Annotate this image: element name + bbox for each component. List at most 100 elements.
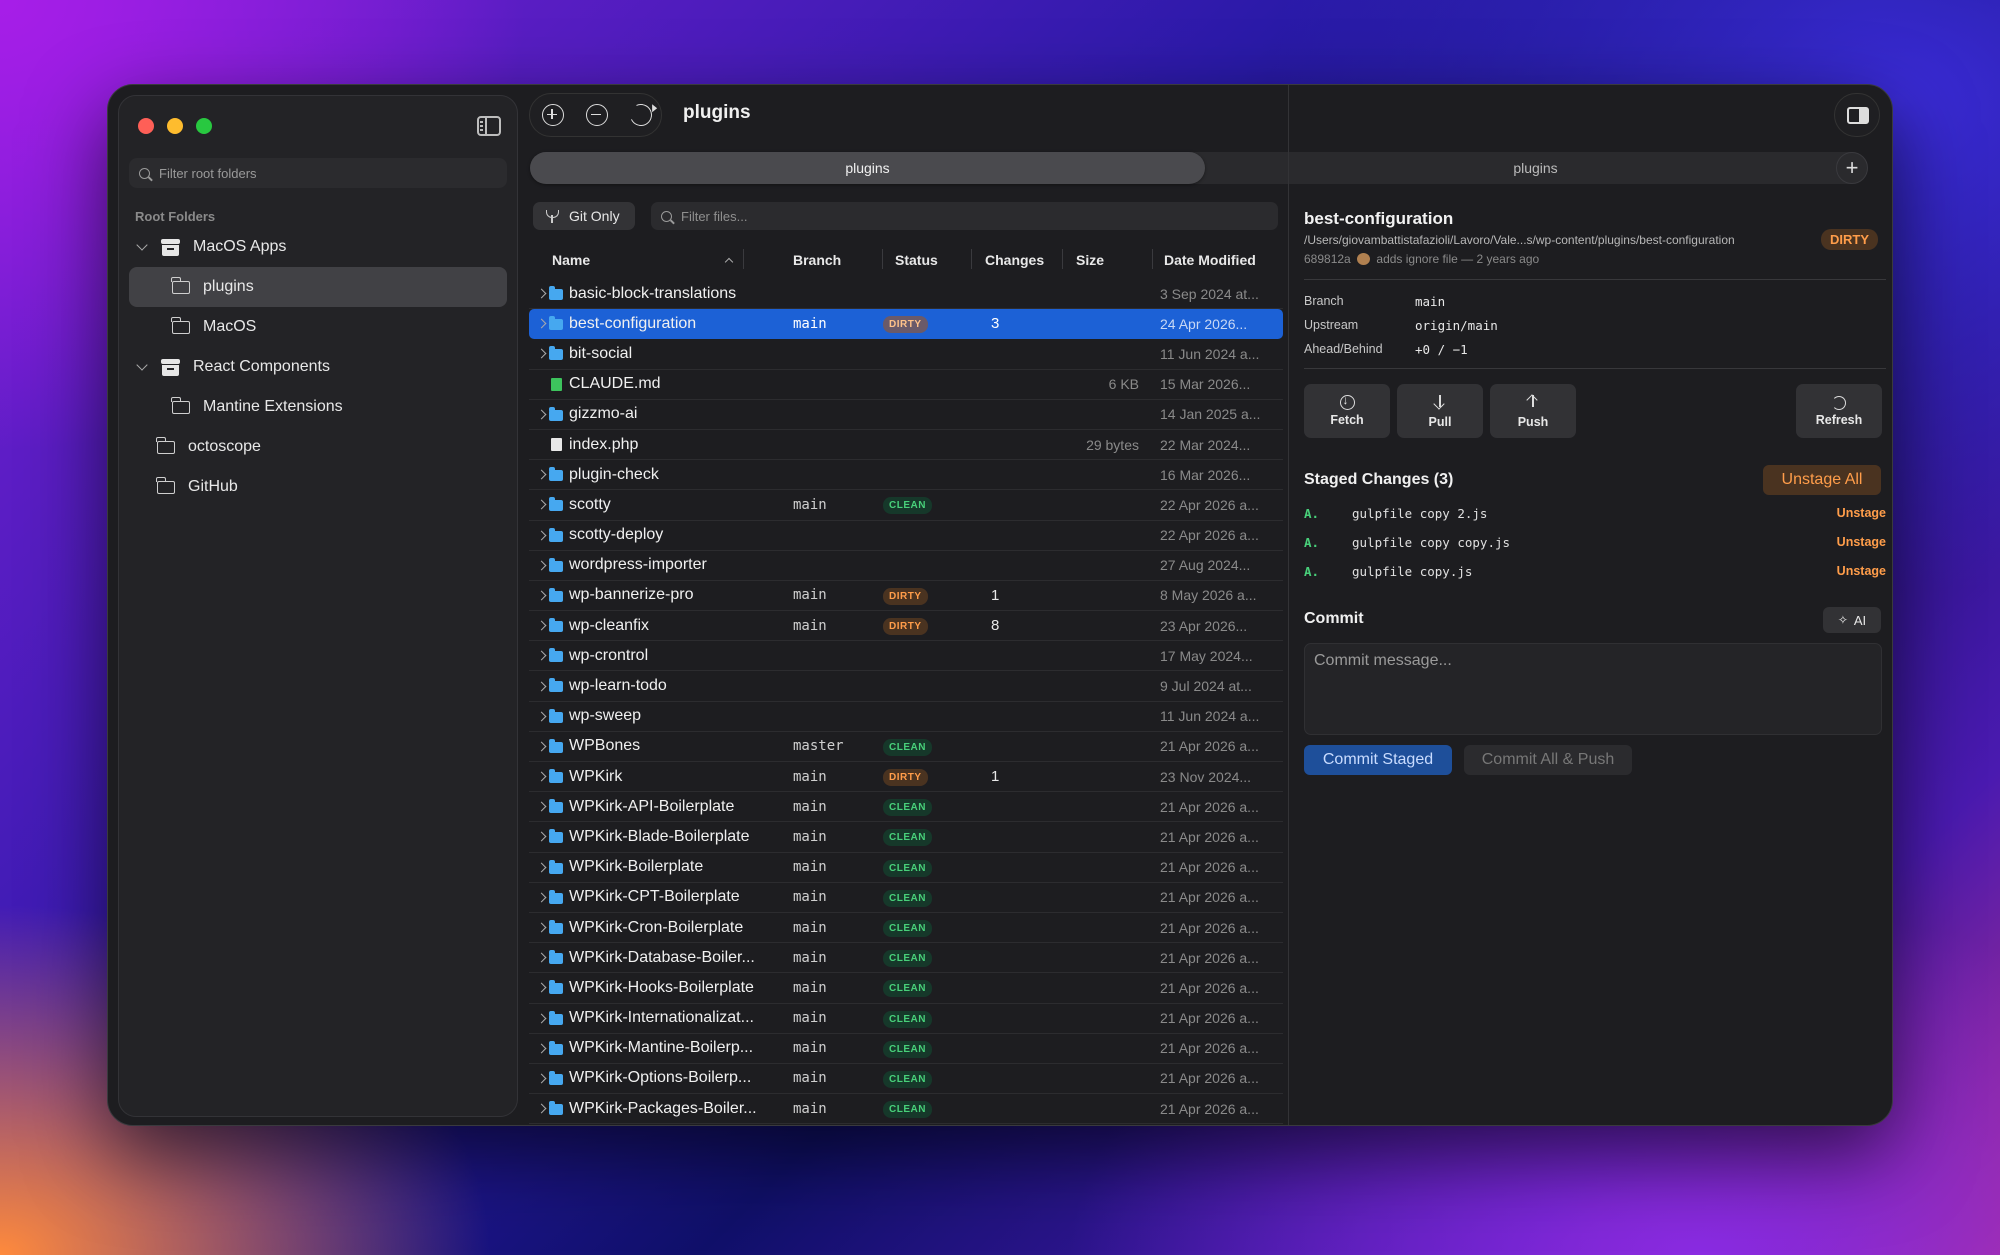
table-row[interactable]: gizzmo-ai 14 Jan 2025 a... <box>529 400 1283 430</box>
disclosure-chevron-icon[interactable] <box>535 681 547 691</box>
column-separator[interactable] <box>743 249 744 269</box>
table-row[interactable]: plugin-check 16 Mar 2026... <box>529 460 1283 491</box>
disclosure-chevron-icon[interactable] <box>535 1073 547 1084</box>
disclosure-chevron-icon[interactable] <box>535 771 547 782</box>
tab-plugins-2[interactable]: plugins <box>1205 152 1866 184</box>
table-row[interactable]: scotty-deploy 22 Apr 2026 a... <box>529 521 1283 551</box>
disclosure-chevron-icon[interactable] <box>535 892 547 903</box>
column-header-size[interactable]: Size <box>1076 248 1104 272</box>
disclosure-chevron-icon[interactable] <box>535 530 547 541</box>
add-icon[interactable] <box>542 104 564 126</box>
table-row[interactable]: WPKirk-Internationalizat... main CLEAN 21 A… <box>529 1004 1283 1034</box>
table-row[interactable]: WPKirk-API-Boilerplate main CLEAN 21 Apr 20… <box>529 792 1283 823</box>
sidebar-item-mantine-extensions[interactable]: Mantine Extensions <box>129 387 507 427</box>
column-separator[interactable] <box>1062 249 1063 269</box>
disclosure-chevron-icon[interactable] <box>535 620 547 631</box>
unstage-link[interactable]: Unstage <box>1837 564 1886 578</box>
table-row[interactable]: bit-social 11 Jun 2024 a... <box>529 339 1283 370</box>
disclosure-chevron-icon[interactable] <box>535 590 547 601</box>
refresh-button[interactable]: Refresh <box>1796 384 1882 438</box>
sidebar-item-plugins[interactable]: plugins <box>129 267 507 307</box>
push-button[interactable]: Push <box>1490 384 1576 438</box>
column-header-date-modified[interactable]: Date Modified <box>1164 248 1256 272</box>
file-filter-input[interactable]: Filter files... <box>651 202 1278 230</box>
unstage-link[interactable]: Unstage <box>1837 506 1886 520</box>
commit-staged-button[interactable]: Commit Staged <box>1304 745 1452 775</box>
tab-plugins-1[interactable]: plugins <box>530 152 1205 184</box>
zoom-window-button[interactable] <box>196 118 212 134</box>
chevron-down-icon[interactable] <box>136 359 148 371</box>
table-row[interactable]: WPKirk-Options-Boilerp... main CLEAN 21 Apr… <box>529 1064 1283 1095</box>
column-separator[interactable] <box>882 249 883 269</box>
sidebar-item-octoscope[interactable]: octoscope <box>129 427 507 467</box>
disclosure-chevron-icon[interactable] <box>535 1043 547 1054</box>
unstage-link[interactable]: Unstage <box>1837 535 1886 549</box>
disclosure-chevron-icon[interactable] <box>535 499 547 510</box>
table-row[interactable]: WPKirk-Packages-Boiler... main CLEAN 21 Apr… <box>529 1094 1283 1125</box>
commit-message-input[interactable]: Commit message... <box>1304 643 1882 735</box>
column-header-branch[interactable]: Branch <box>793 248 841 272</box>
disclosure-chevron-icon[interactable] <box>535 650 547 661</box>
disclosure-chevron-icon[interactable] <box>535 711 547 722</box>
table-row[interactable]: wp-learn-todo 9 Jul 2024 at... <box>529 671 1283 702</box>
table-row[interactable]: WPKirk-Database-Boiler... main CLEAN 21 Apr… <box>529 943 1283 974</box>
table-row[interactable]: scotty main CLEAN 22 Apr 2026 a... <box>529 490 1283 521</box>
minimize-window-button[interactable] <box>167 118 183 134</box>
column-separator[interactable] <box>1152 249 1153 269</box>
column-header-status[interactable]: Status <box>895 248 938 272</box>
disclosure-chevron-icon[interactable] <box>535 349 547 359</box>
remove-icon[interactable] <box>586 104 608 126</box>
disclosure-chevron-icon[interactable] <box>535 801 547 812</box>
sidebar-item-macos-apps[interactable]: MacOS Apps <box>131 227 507 267</box>
chevron-down-icon[interactable] <box>136 239 148 251</box>
new-tab-button[interactable]: + <box>1836 152 1868 184</box>
disclosure-chevron-icon[interactable] <box>535 832 547 842</box>
disclosure-chevron-icon[interactable] <box>535 862 547 873</box>
table-row[interactable]: wordpress-importer 27 Aug 2024... <box>529 551 1283 581</box>
disclosure-chevron-icon[interactable] <box>535 982 547 993</box>
fetch-button[interactable]: Fetch <box>1304 384 1390 438</box>
disclosure-chevron-icon[interactable] <box>535 560 547 571</box>
sidebar-toggle-icon[interactable] <box>477 116 501 136</box>
table-row[interactable]: WPKirk-Boilerplate main CLEAN 21 Apr 2026 a… <box>529 853 1283 883</box>
column-separator[interactable] <box>971 249 972 269</box>
sidebar-item-react-components[interactable]: React Components <box>131 347 507 387</box>
table-row[interactable]: basic-block-translations 3 Sep 2024 at... <box>529 279 1283 310</box>
commit-all-push-button[interactable]: Commit All & Push <box>1464 745 1632 775</box>
disclosure-chevron-icon[interactable] <box>535 409 547 420</box>
disclosure-chevron-icon[interactable] <box>535 1103 547 1114</box>
inspector-toggle-button[interactable] <box>1834 93 1880 137</box>
table-row[interactable]: CLAUDE.md 6 KB 15 Mar 2026... <box>529 370 1283 400</box>
table-row[interactable]: index.php 29 bytes 22 Mar 2024... <box>529 430 1283 461</box>
table-row[interactable]: WPKirk-Hooks-Boilerplate main CLEAN 21 Apr … <box>529 973 1283 1004</box>
unstage-all-button[interactable]: Unstage All <box>1763 465 1881 495</box>
disclosure-chevron-icon[interactable] <box>535 1013 547 1024</box>
disclosure-chevron-icon[interactable] <box>535 288 547 299</box>
disclosure-chevron-icon[interactable] <box>535 741 547 752</box>
column-header-changes[interactable]: Changes <box>985 248 1044 272</box>
column-header-name[interactable]: Name <box>552 248 734 272</box>
table-row[interactable]: wp-bannerize-pro main DIRTY 1 8 May 2026 a..… <box>529 581 1283 612</box>
pane-divider[interactable] <box>1288 85 1289 1125</box>
pull-button[interactable]: Pull <box>1397 384 1483 438</box>
disclosure-chevron-icon[interactable] <box>535 952 547 963</box>
table-row[interactable]: wp-cleanfix main DIRTY 8 23 Apr 2026... <box>529 611 1283 642</box>
table-row[interactable]: wp-sweep 11 Jun 2024 a... <box>529 702 1283 732</box>
disclosure-chevron-icon[interactable] <box>535 469 547 480</box>
table-row[interactable]: WPKirk-CPT-Boilerplate main CLEAN 21 Apr 20… <box>529 883 1283 913</box>
disclosure-chevron-icon[interactable] <box>535 318 547 329</box>
refresh-icon[interactable] <box>626 100 656 130</box>
sidebar-item-github[interactable]: GitHub <box>129 467 507 507</box>
close-window-button[interactable] <box>138 118 154 134</box>
table-row[interactable]: best-configuration main DIRTY 3 24 Apr 2026.… <box>529 309 1283 340</box>
sidebar-item-macos[interactable]: MacOS <box>129 307 507 347</box>
table-row[interactable]: WPKirk main DIRTY 1 23 Nov 2024... <box>529 762 1283 793</box>
git-only-filter-button[interactable]: Git Only <box>533 202 635 230</box>
ai-generate-button[interactable]: ✧ AI <box>1823 607 1881 633</box>
table-row[interactable]: WPKirk-Cron-Boilerplate main CLEAN 21 Apr 2… <box>529 913 1283 944</box>
table-row[interactable]: wp-crontrol 17 May 2024... <box>529 641 1283 672</box>
table-row[interactable]: WPKirk-Mantine-Boilerp... main CLEAN 21 Apr… <box>529 1034 1283 1064</box>
disclosure-chevron-icon[interactable] <box>535 922 547 933</box>
root-folder-filter-input[interactable]: Filter root folders <box>129 158 507 188</box>
table-row[interactable]: WPBones master CLEAN 21 Apr 2026 a... <box>529 732 1283 762</box>
